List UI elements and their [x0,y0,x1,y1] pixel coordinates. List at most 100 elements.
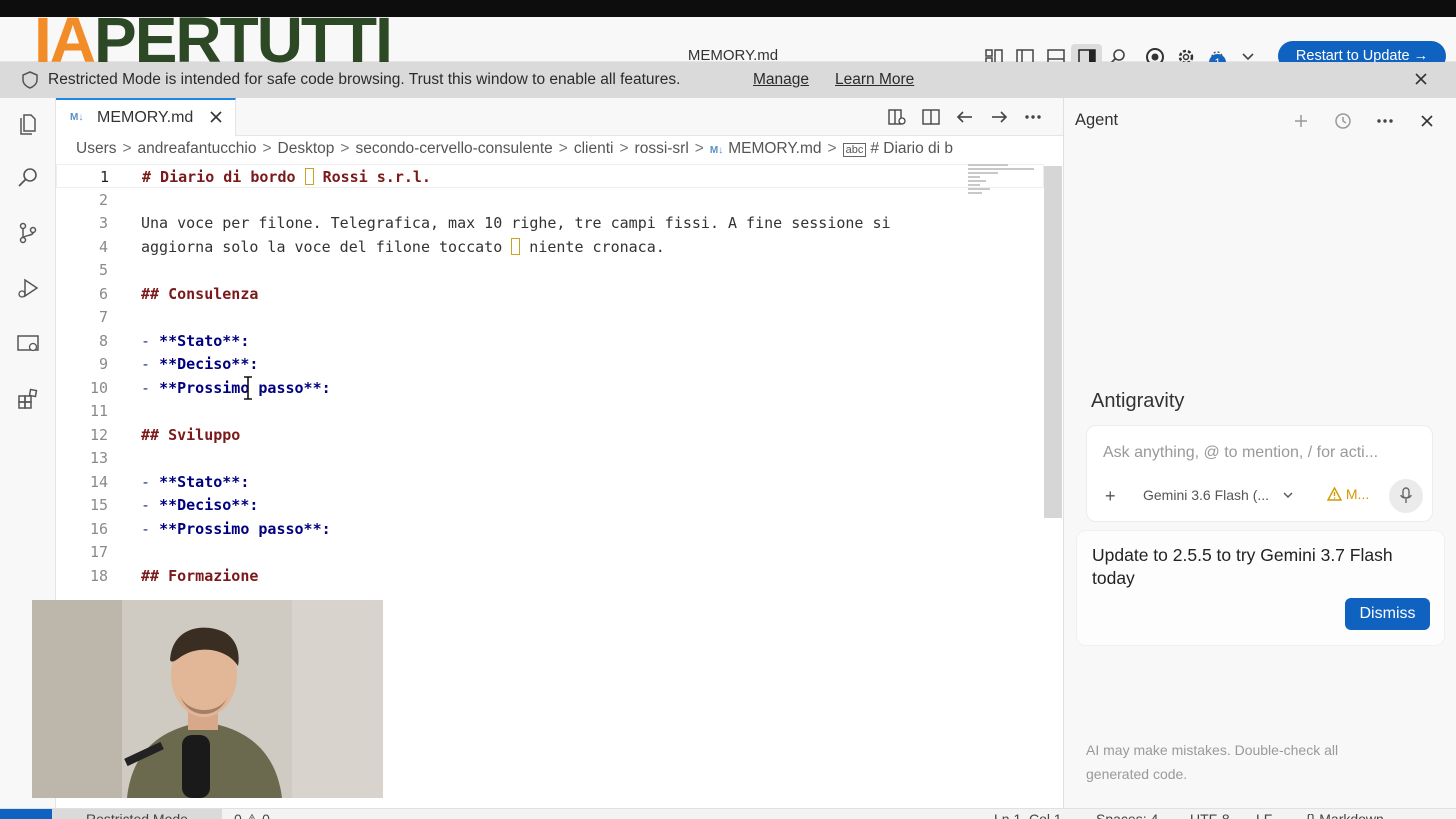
minimap[interactable] [968,164,1040,204]
editor-line: 8 - **Stato**: [56,329,1044,353]
history-icon[interactable] [1332,110,1354,132]
cursor-position-status[interactable]: Ln 1, Col 1 [994,811,1062,819]
line-number: 4 [98,237,108,256]
open-preview-icon[interactable] [886,106,908,128]
agent-actions [1290,110,1438,132]
editor-line: 14 - **Stato**: [56,470,1044,494]
new-chat-plus-icon[interactable] [1290,110,1312,132]
close-tab-icon[interactable] [209,110,223,129]
breadcrumb-item[interactable]: rossi-srl [635,140,689,158]
microphone-icon[interactable] [1389,479,1423,513]
line-number: 3 [98,214,108,232]
split-editor-icon[interactable] [920,106,942,128]
line-content: - **Deciso**: [141,355,259,373]
manage-link[interactable]: Manage [753,71,809,89]
line-content: - **Prossimo passo**: [141,519,331,538]
editor-line: 15 - **Deciso**: [56,493,1044,517]
remote-indicator[interactable] [0,809,52,819]
model-selector[interactable]: Gemini 3.6 Flash (... [1143,487,1293,503]
chat-input-placeholder[interactable]: Ask anything, @ to mention, / for acti..… [1103,444,1378,462]
line-number: 9 [98,355,108,373]
agent-heading: Antigravity [1091,390,1185,412]
breadcrumb-item[interactable]: Users [76,140,116,158]
remote-explorer-icon[interactable] [16,332,40,356]
editor-line: 6 ## Consulenza [56,282,1044,306]
code-editor[interactable]: 1 # Diario di bordo Rossi s.r.l. 2 3 Una… [56,164,1044,598]
editor-line: 3 Una voce per filone. Telegrafica, max … [56,211,1044,235]
editor-line: 10 - **Prossimo passo**: [56,376,1044,400]
line-number: 13 [89,449,108,467]
breadcrumb-item[interactable]: andreafantucchio [138,140,257,158]
unicode-box-icon [304,168,314,185]
close-icon[interactable] [1414,72,1428,91]
line-content: # Diario di bordo Rossi s.r.l. [142,168,431,186]
line-number: 5 [98,261,108,279]
breadcrumb-item[interactable]: secondo-cervello-consulente [355,140,552,158]
extensions-icon[interactable] [16,387,40,411]
line-number: 1 [99,168,109,186]
line-number: 14 [89,472,108,491]
dismiss-button[interactable]: Dismiss [1345,598,1430,630]
agent-panel-title: Agent [1075,111,1119,129]
unicode-box-icon [511,237,521,255]
line-number: 8 [98,331,108,350]
line-content: - **Prossimo passo**: [141,378,331,397]
line-content: aggiorna solo la voce del filone toccato… [141,237,665,256]
problems-status[interactable]: 0 ⚠ 0 [234,811,270,819]
line-content: Una voce per filone. Telegrafica, max 10… [141,214,891,232]
breadcrumb-item[interactable]: clienti [574,140,614,158]
line-number: 11 [89,402,108,420]
go-back-icon[interactable] [954,106,976,128]
ai-disclaimer: AI may make mistakes. Double-check all g… [1086,742,1339,782]
add-context-plus-icon[interactable]: + [1105,486,1116,507]
tab-memory-md[interactable]: M↓ MEMORY.md [56,98,236,136]
learn-more-link[interactable]: Learn More [835,71,914,89]
editor-line: 9 - **Deciso**: [56,352,1044,376]
editor-line: 1 # Diario di bordo Rossi s.r.l. [56,164,1044,188]
language-mode-status[interactable]: {} Markdown [1306,811,1384,819]
source-control-icon[interactable] [16,221,40,245]
chevron-right-icon: > [122,140,132,157]
more-actions-icon[interactable] [1022,106,1044,128]
breadcrumb-item[interactable]: # Diario di b [870,140,953,158]
eol-status[interactable]: LF [1256,811,1272,819]
line-number: 17 [89,543,108,561]
line-number: 15 [89,496,108,514]
explorer-icon[interactable] [16,112,40,136]
go-forward-icon[interactable] [988,106,1010,128]
warning-icon [1326,486,1343,501]
line-content: - **Stato**: [141,472,250,491]
editor-scrollbar[interactable] [1044,166,1062,518]
agent-chat-input[interactable]: Ask anything, @ to mention, / for acti..… [1086,425,1433,522]
presenter-video-image [32,600,383,798]
line-number: 12 [89,425,108,444]
line-number: 18 [89,566,108,585]
line-content: - **Deciso**: [141,496,259,514]
line-number: 16 [89,519,108,538]
update-notification-card: Update to 2.5.5 to try Gemini 3.7 Flash … [1076,530,1445,646]
text-cursor-icon [244,376,252,400]
update-message: Update to 2.5.5 to try Gemini 3.7 Flash … [1092,545,1393,588]
chevron-right-icon: > [827,140,837,157]
symbol-icon: abc [842,143,867,157]
breadcrumb-item[interactable]: MEMORY.md [728,140,821,158]
editor-tabs: M↓ MEMORY.md [56,98,1063,136]
restricted-mode-status[interactable]: Restricted Mode [52,809,222,819]
chevron-down-icon [1283,492,1293,498]
breadcrumb-item[interactable]: Desktop [278,140,335,158]
encoding-status[interactable]: UTF-8 [1190,811,1230,819]
line-content: ## Sviluppo [141,425,241,444]
indentation-status[interactable]: Spaces: 4 [1096,811,1158,819]
warning-indicator[interactable]: M... [1326,486,1369,502]
line-content: ## Formazione [141,566,259,585]
chevron-right-icon: > [262,140,272,157]
run-and-debug-icon[interactable] [16,276,40,300]
close-panel-icon[interactable] [1416,110,1438,132]
line-number: 2 [98,190,108,209]
editor-actions [886,106,1044,128]
editor-line: 12 ## Sviluppo [56,423,1044,447]
breadcrumb: Users > andreafantucchio > Desktop > secondo-c… [76,140,1062,158]
search-icon[interactable] [16,166,40,190]
more-options-icon[interactable] [1374,110,1396,132]
markdown-icon: M↓ [70,112,84,123]
